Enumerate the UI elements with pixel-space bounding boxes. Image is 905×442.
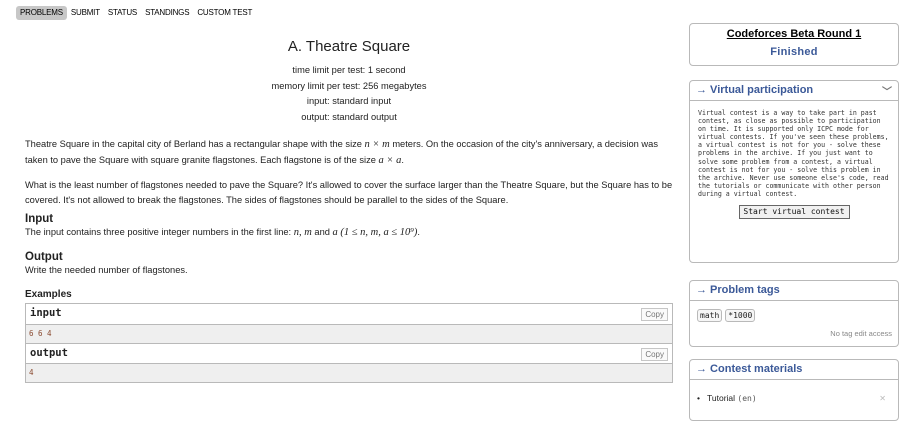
tutorial-lang: (en) — [737, 394, 757, 403]
input-file: input: standard input — [306, 96, 392, 107]
tag-edit-note: No tag edit access — [830, 329, 892, 338]
output-heading: Output — [25, 250, 63, 263]
virtual-participation-box: → Virtual participation ﹀ Virtual contes… — [689, 80, 899, 263]
contest-materials-header: → Contest materials — [690, 360, 898, 380]
input-spec-text: . — [417, 227, 420, 238]
contest-materials-box: → Contest materials • Tutorial (en) ✕ — [689, 359, 899, 421]
output-spec: Write the needed number of flagstones. — [25, 264, 188, 275]
close-icon[interactable]: ✕ — [879, 394, 886, 403]
problem-tags-box: → Problem tags math *1000 No tag edit ac… — [689, 280, 899, 347]
nav-problems[interactable]: PROBLEMS — [16, 6, 67, 20]
sample-output-value: 4 — [26, 364, 672, 383]
sample-output-label: output — [30, 347, 68, 360]
contest-status: Finished — [770, 46, 818, 58]
input-spec-text: and — [314, 227, 330, 238]
sample-test: input Copy 6 6 4 output Copy 4 — [25, 303, 673, 384]
nav-submit[interactable]: SUBMIT — [67, 6, 104, 20]
input-heading: Input — [25, 213, 54, 226]
examples-heading: Examples — [25, 289, 72, 301]
material-item: • Tutorial (en) ✕ — [690, 380, 898, 403]
tag-math[interactable]: math — [697, 309, 723, 322]
nav-custom-test[interactable]: CUSTOM TEST — [193, 6, 256, 20]
input-spec: The input contains three positive intege… — [25, 225, 673, 241]
time-limit: time limit per test: 1 second — [292, 65, 406, 75]
sample-input-value: 6 6 4 — [26, 325, 672, 344]
nav-standings[interactable]: STANDINGS — [141, 6, 193, 20]
math-constraints: (1 ≤ n, m, a ≤ 10⁹) — [340, 227, 418, 239]
problem-title: A. Theatre Square — [287, 38, 411, 55]
tag-difficulty[interactable]: *1000 — [725, 309, 756, 322]
statement-text: Theatre Square in the capital city of Be… — [25, 139, 362, 150]
copy-input-button[interactable]: Copy — [641, 308, 668, 322]
math-a: a — [332, 227, 338, 239]
virtual-participation-title: → Virtual participation — [696, 84, 814, 96]
math-a-times-a: a × a — [378, 154, 402, 166]
contest-box: Codeforces Beta Round 1 Finished — [689, 23, 899, 66]
sample-input-header: input Copy — [26, 304, 672, 326]
tutorial-link[interactable]: Tutorial — [707, 393, 735, 403]
tag-list: math *1000 — [690, 301, 898, 322]
virtual-participation-header[interactable]: → Virtual participation ﹀ — [690, 81, 898, 101]
memory-limit: memory limit per test: 256 megabytes — [271, 80, 427, 91]
chevron-down-icon[interactable]: ﹀ — [882, 83, 892, 98]
math-n-times-m: n × m — [364, 139, 390, 151]
math-n-m: n, m — [293, 227, 312, 239]
statement-paragraph-1: Theatre Square in the capital city of Be… — [25, 137, 673, 168]
problem-nav: PROBLEMS SUBMIT STATUS STANDINGS CUSTOM … — [16, 6, 256, 20]
problem-tags-header: → Problem tags — [690, 281, 898, 301]
statement-paragraph-2: What is the least number of flagstones n… — [25, 180, 673, 205]
nav-status[interactable]: STATUS — [104, 6, 141, 20]
sample-input-label: input — [30, 307, 62, 320]
output-file: output: standard output — [301, 111, 397, 122]
problem-statement: A. Theatre Square time limit per test: 1… — [25, 30, 673, 384]
input-spec-text: The input contains three positive intege… — [25, 227, 292, 238]
sample-output-header: output Copy — [26, 343, 672, 365]
contest-name-link[interactable]: Codeforces Beta Round 1 — [690, 28, 898, 40]
virtual-participation-text: Virtual contest is a way to take part in… — [698, 109, 889, 198]
bullet-icon: • — [697, 393, 700, 403]
statement-text: . — [401, 154, 404, 165]
start-virtual-contest-button[interactable]: Start virtual contest — [738, 205, 850, 220]
problem-limits: time limit per test: 1 second memory lim… — [25, 63, 673, 125]
copy-output-button[interactable]: Copy — [641, 348, 668, 362]
